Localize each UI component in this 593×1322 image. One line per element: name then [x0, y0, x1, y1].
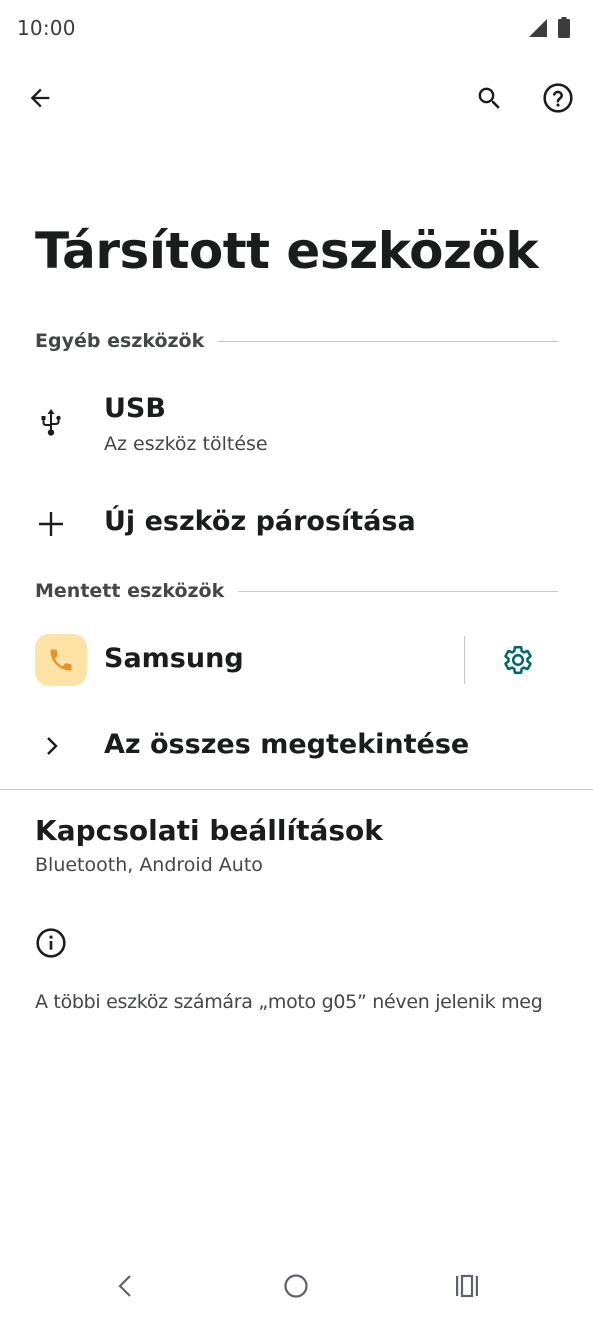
status-time: 10:00: [17, 16, 76, 40]
arrow-back-icon: [30, 88, 50, 108]
gear-icon: [504, 645, 532, 675]
status-bar: 10:00: [0, 0, 593, 56]
navigation-bar: [0, 1250, 593, 1322]
search-icon: [478, 87, 500, 109]
nav-home-button[interactable]: [272, 1262, 320, 1310]
nav-recents-icon: [456, 1274, 478, 1298]
device-settings-button[interactable]: [494, 636, 542, 684]
see-all-label: Az összes megtekintése: [104, 729, 470, 760]
nav-back-button[interactable]: [101, 1262, 149, 1310]
connection-preferences-item[interactable]: Kapcsolati beállítások Bluetooth, Androi…: [0, 810, 593, 890]
help-button[interactable]: [534, 74, 582, 122]
back-button[interactable]: [16, 74, 64, 122]
saved-device-samsung[interactable]: Samsung: [0, 628, 593, 694]
section-divider: [218, 340, 558, 342]
divider: [0, 789, 593, 790]
info-icon: [36, 928, 66, 958]
help-icon: [543, 83, 573, 113]
section-header-saved-devices: Mentett eszközök: [35, 580, 558, 602]
nav-recents-button[interactable]: [443, 1262, 491, 1310]
pair-new-device-label: Új eszköz párosítása: [104, 506, 416, 537]
battery-icon: [558, 17, 570, 38]
saved-device-name: Samsung: [104, 643, 244, 674]
plus-icon: [39, 512, 63, 536]
connection-preferences-title: Kapcsolati beállítások: [35, 814, 383, 847]
section-label-other-devices: Egyéb eszközök: [35, 330, 205, 352]
vertical-divider: [464, 636, 465, 684]
usb-item[interactable]: USB Az eszköz töltése: [0, 385, 593, 469]
connection-preferences-subtitle: Bluetooth, Android Auto: [35, 854, 263, 876]
nav-back-icon: [118, 1275, 131, 1297]
nav-home-icon: [284, 1274, 308, 1298]
section-divider: [238, 590, 558, 592]
chevron-right-icon: [47, 737, 58, 755]
device-name-footer: A többi eszköz számára „moto g05” néven …: [35, 991, 543, 1013]
phone-badge: [35, 634, 87, 686]
page-title: Társított eszközök: [35, 222, 539, 280]
section-label-saved-devices: Mentett eszközök: [35, 580, 225, 602]
usb-icon: [41, 409, 61, 436]
pair-new-device-item[interactable]: Új eszköz párosítása: [0, 492, 593, 556]
section-header-other-devices: Egyéb eszközök: [35, 330, 558, 352]
see-all-item[interactable]: Az összes megtekintése: [0, 715, 593, 779]
search-button[interactable]: [465, 74, 513, 122]
usb-title: USB: [104, 393, 166, 424]
signal-icon: [529, 19, 547, 37]
phone-icon: [50, 649, 72, 671]
usb-subtitle: Az eszköz töltése: [104, 433, 268, 455]
